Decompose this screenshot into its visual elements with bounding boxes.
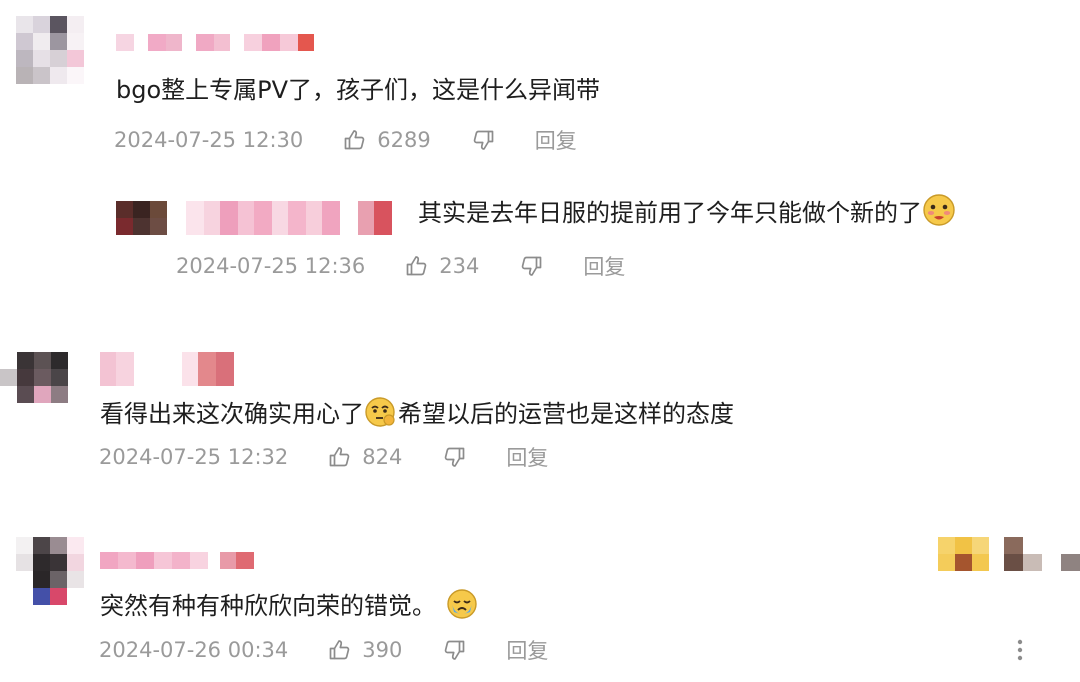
comment-text: 突然有种有种欣欣向荣的错觉。: [100, 588, 478, 627]
comment-text: bgo整上专属PV了，孩子们，这是什么异闻带: [116, 76, 601, 104]
username[interactable]: [186, 201, 392, 235]
comment-text-before: 看得出来这次确实用心了: [100, 400, 364, 428]
comment-text-content: 突然有种有种欣欣向荣的错觉。: [100, 592, 436, 620]
like-button[interactable]: 390: [328, 638, 402, 662]
avatar[interactable]: [116, 201, 168, 235]
comment-meta: 2024-07-25 12:30 6289 回复: [114, 125, 577, 155]
comment-meta: 2024-07-25 12:32 824 回复: [99, 442, 548, 472]
thumbs-down-icon: [522, 256, 542, 276]
comment-time: 2024-07-26 00:34: [99, 638, 289, 662]
reply-meta: 2024-07-25 12:36 234 回复: [176, 251, 625, 281]
like-button[interactable]: 6289: [343, 128, 431, 152]
comment-time: 2024-07-25 12:30: [114, 128, 304, 152]
dislike-button[interactable]: [442, 445, 476, 469]
username[interactable]: [116, 34, 314, 51]
like-button[interactable]: 234: [405, 254, 479, 278]
like-count: 390: [362, 638, 403, 662]
thumbs-up-icon: [406, 256, 427, 276]
reply-text: 其实是去年日服的提前用了今年只能做个新的了: [418, 193, 956, 234]
thumbs-up-icon: [329, 447, 350, 467]
dislike-button[interactable]: [471, 128, 505, 152]
like-count: 234: [439, 254, 480, 278]
comment-time: 2024-07-25 12:32: [99, 445, 289, 469]
thumbs-down-icon: [445, 640, 465, 660]
thumbs-up-icon: [344, 130, 365, 150]
dislike-button[interactable]: [519, 254, 553, 278]
comment-text-after: 希望以后的运营也是这样的态度: [398, 400, 734, 428]
avatar[interactable]: [0, 352, 68, 403]
like-count: 824: [362, 445, 403, 469]
thumbs-down-icon: [445, 447, 465, 467]
user-badge: [1004, 537, 1080, 571]
like-count: 6289: [377, 128, 431, 152]
thumbs-up-icon: [329, 640, 350, 660]
more-vertical-icon[interactable]: [1014, 638, 1026, 662]
blushing-face-icon: [922, 193, 956, 234]
reply-text-content: 其实是去年日服的提前用了今年只能做个新的了: [418, 199, 922, 227]
reply-time: 2024-07-25 12:36: [176, 254, 366, 278]
reply-button[interactable]: 回复: [583, 251, 625, 281]
reply-button[interactable]: 回复: [506, 635, 548, 665]
avatar[interactable]: [16, 16, 84, 84]
username[interactable]: [100, 552, 254, 569]
crying-face-icon: [446, 588, 478, 627]
thumbs-down-icon: [473, 130, 494, 150]
avatar[interactable]: [16, 537, 84, 605]
reply-button[interactable]: 回复: [535, 125, 577, 155]
dislike-button[interactable]: [442, 638, 476, 662]
like-button[interactable]: 824: [328, 445, 402, 469]
comment-text: 看得出来这次确实用心了 希望以后的运营也是这样的态度: [100, 396, 734, 435]
comment-meta: 2024-07-26 00:34 390 回复: [99, 635, 548, 665]
reply-button[interactable]: 回复: [506, 442, 548, 472]
thinking-face-icon: [364, 396, 398, 435]
user-badge: [938, 537, 990, 571]
username[interactable]: [100, 352, 234, 386]
